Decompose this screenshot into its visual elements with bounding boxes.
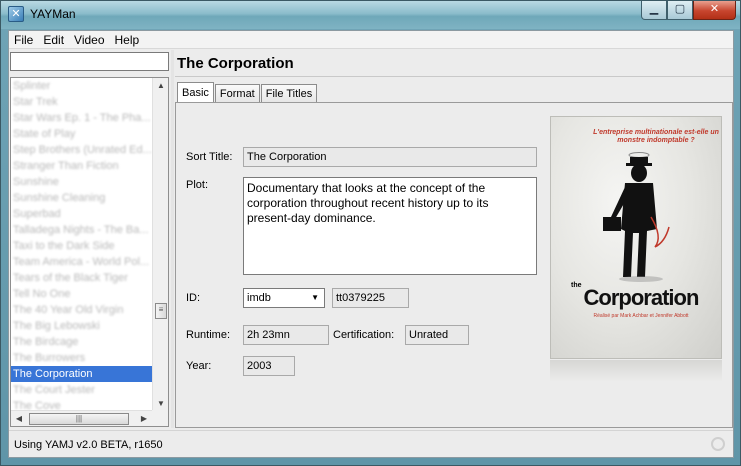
list-item[interactable]: The Birdcage (11, 334, 152, 350)
menu-edit[interactable]: Edit (38, 31, 69, 49)
vertical-scrollbar[interactable]: ▲ ≡ ▼ (152, 78, 168, 412)
yayman-icon: ✕ (8, 6, 24, 22)
horizontal-scrollbar[interactable]: ◀ ||| ▶ (11, 410, 152, 426)
id-value-field[interactable]: tt0379225 (332, 288, 409, 308)
list-item[interactable]: Team America - World Pol... (11, 254, 152, 270)
movie-list-items: Splinter Star Trek Star Wars Ep. 1 - The P… (11, 78, 152, 412)
list-item[interactable]: Superbad (11, 206, 152, 222)
window-controls: ▁ ▢ ✕ (641, 1, 736, 20)
poster-reflection (550, 360, 722, 382)
status-text: Using YAMJ v2.0 BETA, r1650 (14, 439, 163, 451)
tab-format[interactable]: Format (214, 84, 260, 104)
poster-title: Corporation (583, 285, 700, 310)
menu-bar: File Edit Video Help (9, 31, 733, 49)
poster-credits: Réalisé par Mark Achbar et Jennifer Abbo… (593, 313, 689, 319)
menu-video[interactable]: Video (69, 31, 109, 49)
status-bar: Using YAMJ v2.0 BETA, r1650 (9, 430, 733, 457)
chevron-down-icon: ▼ (311, 293, 319, 302)
movie-poster[interactable]: L'entreprise multinationale est-elle un … (550, 116, 722, 359)
list-item[interactable]: Stranger Than Fiction (11, 158, 152, 174)
client-area: File Edit Video Help Splinter Star Trek St… (8, 30, 734, 458)
window-title: YAYMan (30, 7, 76, 21)
list-item[interactable]: Splinter (11, 78, 152, 94)
close-icon[interactable]: ✕ (693, 1, 736, 20)
menu-help[interactable]: Help (110, 31, 145, 49)
id-source-value: imdb (247, 292, 271, 304)
title-bar[interactable]: ✕ YAYMan ▁ ▢ ✕ (1, 1, 740, 29)
sort-title-label: Sort Title: (186, 151, 233, 163)
year-field[interactable]: 2003 (243, 356, 295, 376)
maximize-icon[interactable]: ▢ (667, 1, 693, 20)
menu-file[interactable]: File (9, 31, 38, 49)
tab-file-titles[interactable]: File Titles (260, 84, 318, 104)
scroll-right-icon[interactable]: ▶ (136, 411, 152, 426)
scroll-up-icon[interactable]: ▲ (153, 78, 168, 94)
detail-tabs: Basic Format File Titles (177, 82, 318, 104)
scroll-thumb[interactable]: ≡ (155, 303, 167, 319)
minimize-icon[interactable]: ▁ (641, 1, 667, 20)
list-item[interactable]: Tears of the Black Tiger (11, 270, 152, 286)
certification-field[interactable]: Unrated (405, 325, 469, 345)
list-item[interactable]: The Corporation (11, 366, 152, 382)
sort-title-field[interactable]: The Corporation (243, 147, 537, 167)
busy-indicator-icon (711, 437, 725, 451)
list-item[interactable]: Star Trek (11, 94, 152, 110)
list-item[interactable]: Talladega Nights - The Ba... (11, 222, 152, 238)
year-label: Year: (186, 360, 212, 372)
movie-title-heading: The Corporation (175, 51, 733, 77)
list-item[interactable]: Sunshine Cleaning (11, 190, 152, 206)
certification-label: Certification: (333, 329, 395, 341)
tab-basic[interactable]: Basic (177, 82, 214, 103)
split-pane-divider[interactable] (171, 50, 174, 428)
id-label: ID: (186, 292, 201, 304)
app-window: ✕ YAYMan ▁ ▢ ✕ File Edit Video Help Spli… (0, 0, 741, 466)
scroll-corner (152, 410, 168, 426)
movie-list[interactable]: Splinter Star Trek Star Wars Ep. 1 - The P… (10, 77, 169, 427)
runtime-label: Runtime: (186, 329, 231, 341)
list-item[interactable]: The 40 Year Old Virgin (11, 302, 152, 318)
list-item[interactable]: Star Wars Ep. 1 - The Pha... (11, 110, 152, 126)
list-item[interactable]: State of Play (11, 126, 152, 142)
list-item[interactable]: Tell No One (11, 286, 152, 302)
list-item[interactable]: Taxi to the Dark Side (11, 238, 152, 254)
list-item[interactable]: The Court Jester (11, 382, 152, 398)
silhouette-graphic (603, 152, 670, 282)
plot-textarea[interactable]: Documentary that looks at the concept of… (243, 177, 537, 275)
horizontal-scroll-thumb[interactable]: ||| (29, 413, 129, 425)
list-item[interactable]: The Burrowers (11, 350, 152, 366)
list-item[interactable]: The Big Lebowski (11, 318, 152, 334)
list-item[interactable]: Sunshine (11, 174, 152, 190)
runtime-field[interactable]: 2h 23mn (243, 325, 329, 345)
scroll-left-icon[interactable]: ◀ (11, 411, 27, 426)
search-input[interactable] (10, 52, 169, 71)
basic-tab-panel: Sort Title: The Corporation Plot: Docume… (175, 102, 733, 428)
id-source-select[interactable]: imdb ▼ (243, 288, 325, 308)
list-item[interactable]: Step Brothers (Unrated Ed... (11, 142, 152, 158)
plot-label: Plot: (186, 179, 209, 191)
